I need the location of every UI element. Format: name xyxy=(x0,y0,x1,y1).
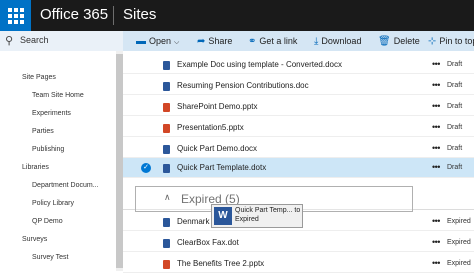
nav-item-department-documents[interactable]: Department Docum... xyxy=(32,182,99,189)
delete-label: Delete xyxy=(393,36,420,46)
more-options-icon[interactable]: ••• xyxy=(432,101,440,111)
nav-heading-libraries[interactable]: Libraries xyxy=(22,164,49,171)
left-nav: Site Pages Team Site Home Experiments Pa… xyxy=(0,51,116,271)
search-input[interactable]: Search xyxy=(20,35,49,45)
share-icon: ➦ xyxy=(197,36,206,47)
trash-icon: 🗑 xyxy=(378,36,391,47)
powerpoint-file-icon xyxy=(163,124,170,133)
word-file-icon xyxy=(163,82,170,91)
get-link-button[interactable]: ⚭ Get a link xyxy=(248,31,297,51)
file-name[interactable]: Denmark xyxy=(177,217,209,226)
word-file-icon xyxy=(163,145,170,154)
word-file-icon xyxy=(163,164,170,173)
checkmark-icon[interactable]: ✓ xyxy=(141,163,151,173)
word-file-icon xyxy=(163,239,170,248)
nav-heading-surveys[interactable]: Surveys xyxy=(22,236,47,243)
pin-to-top-button[interactable]: ⊹ Pin to top xyxy=(428,31,474,51)
download-button[interactable]: ⤓ Download xyxy=(314,31,361,51)
file-name[interactable]: Resuming Pension Contributions.doc xyxy=(177,81,309,90)
file-row[interactable] xyxy=(123,118,474,137)
nav-item-policy-library[interactable]: Policy Library xyxy=(32,200,74,207)
word-app-icon: W xyxy=(214,207,232,225)
file-row[interactable] xyxy=(123,254,474,273)
app-launcher-icon[interactable] xyxy=(0,0,31,31)
open-label: Open xyxy=(149,36,172,46)
file-row[interactable] xyxy=(123,233,474,252)
word-file-icon xyxy=(163,61,170,70)
file-name[interactable]: SharePoint Demo.pptx xyxy=(177,102,258,111)
suite-bar: Office 365 Sites xyxy=(0,0,474,31)
file-status: Expired xyxy=(447,239,471,246)
more-options-icon[interactable]: ••• xyxy=(432,258,440,268)
powerpoint-file-icon xyxy=(163,260,170,269)
office-365-brand[interactable]: Office 365 xyxy=(40,6,108,23)
word-file-icon xyxy=(163,218,170,227)
file-name[interactable]: Quick Part Template.dotx xyxy=(177,163,266,172)
search-icon: ⚲ xyxy=(5,35,14,47)
file-status: Draft xyxy=(447,124,463,131)
file-status: Draft xyxy=(447,61,463,68)
more-options-icon[interactable]: ••• xyxy=(432,143,440,153)
search-box[interactable]: ⚲ Search xyxy=(0,31,123,51)
download-icon: ⤓ xyxy=(314,36,319,47)
more-options-icon[interactable]: ••• xyxy=(432,80,440,90)
share-button[interactable]: ➦ Share xyxy=(197,31,232,51)
file-status: Draft xyxy=(447,82,463,89)
download-label: Download xyxy=(321,36,362,46)
file-name[interactable]: The Benefits Tree 2.pptx xyxy=(177,259,264,268)
share-label: Share xyxy=(208,36,233,46)
delete-button[interactable]: 🗑 Delete xyxy=(378,31,420,51)
nav-item-publishing[interactable]: Publishing xyxy=(32,146,64,153)
nav-item-survey-test[interactable]: Survey Test xyxy=(32,254,68,261)
file-status: Expired xyxy=(447,260,471,267)
file-name[interactable]: ClearBox Fax.dot xyxy=(177,238,239,247)
more-options-icon[interactable]: ••• xyxy=(432,122,440,132)
sites-app-title[interactable]: Sites xyxy=(123,6,156,23)
file-row[interactable] xyxy=(123,139,474,158)
file-status: Draft xyxy=(447,164,463,171)
more-options-icon[interactable]: ••• xyxy=(432,237,440,247)
nav-item-experiments[interactable]: Experiments xyxy=(32,110,71,117)
link-icon: ⚭ xyxy=(248,36,257,47)
powerpoint-file-icon xyxy=(163,103,170,112)
file-status: Draft xyxy=(447,103,463,110)
file-name[interactable]: Quick Part Demo.docx xyxy=(177,144,257,153)
get-link-label: Get a link xyxy=(259,36,298,46)
file-status: Expired xyxy=(447,218,471,225)
nav-item-team-site-home[interactable]: Team Site Home xyxy=(32,92,84,99)
left-nav-scrollbar[interactable] xyxy=(116,51,123,271)
file-name[interactable]: Presentation5.pptx xyxy=(177,123,244,132)
more-options-icon[interactable]: ••• xyxy=(432,59,440,69)
file-status: Draft xyxy=(447,145,463,152)
drag-tooltip-line-2: Expired xyxy=(235,216,259,223)
nav-heading-site-pages[interactable]: Site Pages xyxy=(22,74,56,81)
open-button[interactable]: ▬ Open ⌵ xyxy=(136,31,179,51)
nav-item-qp-demo[interactable]: QP Demo xyxy=(32,218,63,225)
left-nav-scrollbar-thumb[interactable] xyxy=(116,54,123,268)
pin-label: Pin to top xyxy=(439,36,474,46)
nav-item-parties[interactable]: Parties xyxy=(32,128,54,135)
file-row-selected[interactable] xyxy=(123,158,474,178)
drag-tooltip-line-1: Quick Part Temp... to xyxy=(235,207,301,214)
pin-icon: ⊹ xyxy=(428,36,437,47)
drag-tooltip: W Quick Part Temp... to Expired xyxy=(211,204,303,228)
more-options-icon[interactable]: ••• xyxy=(432,216,440,226)
file-row[interactable] xyxy=(123,97,474,116)
open-icon: ▬ xyxy=(136,36,146,47)
more-options-icon[interactable]: ••• xyxy=(432,162,440,172)
chevron-down-icon: ⌵ xyxy=(174,39,180,46)
file-name[interactable]: Example Doc using template - Converted.d… xyxy=(177,60,342,69)
suite-bar-divider xyxy=(113,6,114,25)
